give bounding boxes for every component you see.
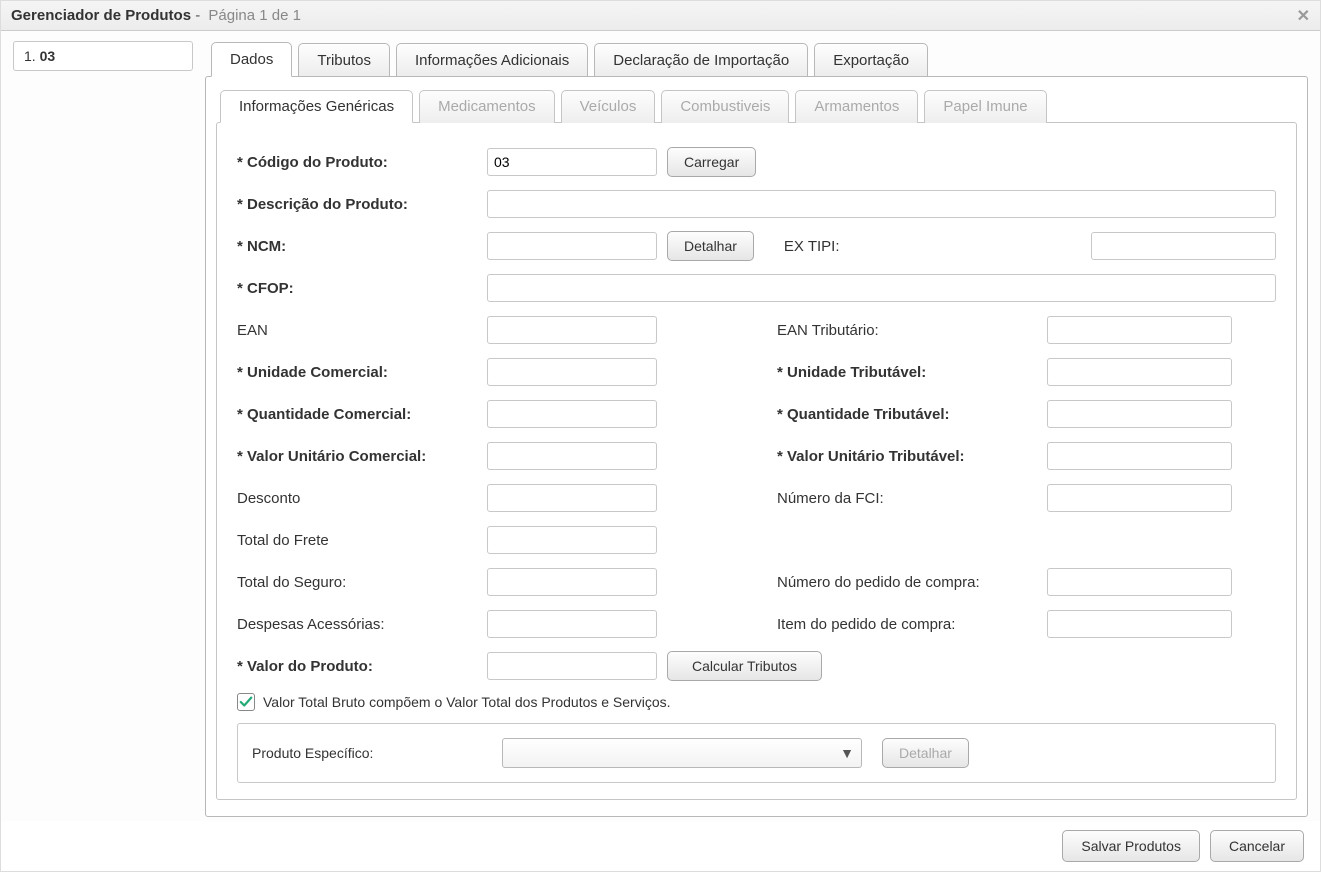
- input-despesas-acessorias[interactable]: [487, 610, 657, 638]
- input-ex-tipi[interactable]: [1091, 232, 1276, 260]
- input-numero-pedido-compra[interactable]: [1047, 568, 1232, 596]
- sidebar: 1. 03: [13, 41, 193, 821]
- tab-exportacao[interactable]: Exportação: [814, 43, 928, 77]
- input-numero-fci[interactable]: [1047, 484, 1232, 512]
- detalhar-especifico-button[interactable]: Detalhar: [882, 738, 969, 768]
- salvar-produtos-button[interactable]: Salvar Produtos: [1062, 830, 1200, 862]
- input-ean[interactable]: [487, 316, 657, 344]
- label-total-frete: Total do Frete: [237, 532, 487, 549]
- product-manager-window: Gerenciador de Produtos - Página 1 de 1 …: [0, 0, 1321, 872]
- label-item-pedido-compra: Item do pedido de compra:: [777, 616, 1047, 633]
- check-icon: [239, 695, 253, 709]
- label-valor-produto: * Valor do Produto:: [237, 658, 487, 675]
- sidebar-item-index: 1.: [24, 48, 36, 64]
- outer-tabs: Dados Tributos Informações Adicionais De…: [205, 41, 1308, 76]
- tab-tributos[interactable]: Tributos: [298, 43, 390, 77]
- label-desconto: Desconto: [237, 490, 487, 507]
- tab-declaracao-importacao[interactable]: Declaração de Importação: [594, 43, 808, 77]
- label-quantidade-comercial: * Quantidade Comercial:: [237, 406, 487, 423]
- label-codigo-produto: * Código do Produto:: [237, 154, 487, 171]
- input-quantidade-tributavel[interactable]: [1047, 400, 1232, 428]
- input-valor-unitario-comercial[interactable]: [487, 442, 657, 470]
- input-descricao-produto[interactable]: [487, 190, 1276, 218]
- detalhar-ncm-button[interactable]: Detalhar: [667, 231, 754, 261]
- inner-tabs: Informações Genéricas Medicamentos Veícu…: [216, 89, 1297, 122]
- window-title: Gerenciador de Produtos: [11, 7, 191, 24]
- window-subtitle: Página 1 de 1: [208, 7, 301, 24]
- subtab-papel-imune[interactable]: Papel Imune: [924, 90, 1046, 123]
- generic-info-panel: * Código do Produto: Carregar * Descriçã…: [216, 122, 1297, 800]
- select-produto-especifico-value[interactable]: [502, 738, 862, 768]
- subtab-veiculos[interactable]: Veículos: [561, 90, 656, 123]
- input-valor-produto[interactable]: [487, 652, 657, 680]
- input-ean-tributario[interactable]: [1047, 316, 1232, 344]
- checkbox-valor-bruto[interactable]: [237, 693, 255, 711]
- close-icon[interactable]: ✕: [1297, 6, 1310, 26]
- label-quantidade-tributavel: * Quantidade Tributável:: [777, 406, 1047, 423]
- input-ncm[interactable]: [487, 232, 657, 260]
- titlebar: Gerenciador de Produtos - Página 1 de 1 …: [1, 1, 1320, 31]
- sidebar-item-product[interactable]: 1. 03: [13, 41, 193, 71]
- input-unidade-comercial[interactable]: [487, 358, 657, 386]
- cancelar-button[interactable]: Cancelar: [1210, 830, 1304, 862]
- carregar-button[interactable]: Carregar: [667, 147, 756, 177]
- label-descricao-produto: * Descrição do Produto:: [237, 196, 487, 213]
- label-ncm: * NCM:: [237, 238, 487, 255]
- label-checkbox-bruto: Valor Total Bruto compõem o Valor Total …: [263, 694, 671, 710]
- input-quantidade-comercial[interactable]: [487, 400, 657, 428]
- subtab-combustiveis[interactable]: Combustiveis: [661, 90, 789, 123]
- tab-info-adicionais[interactable]: Informações Adicionais: [396, 43, 588, 77]
- label-ean: EAN: [237, 322, 487, 339]
- label-ean-tributario: EAN Tributário:: [777, 322, 1047, 339]
- subtab-armamentos[interactable]: Armamentos: [795, 90, 918, 123]
- label-ex-tipi: EX TIPI:: [784, 238, 1091, 255]
- label-despesas-acessorias: Despesas Acessórias:: [237, 616, 487, 633]
- outer-panel: Informações Genéricas Medicamentos Veícu…: [205, 76, 1308, 817]
- input-valor-unitario-tributavel[interactable]: [1047, 442, 1232, 470]
- input-total-seguro[interactable]: [487, 568, 657, 596]
- label-valor-unitario-comercial: * Valor Unitário Comercial:: [237, 448, 487, 465]
- calcular-tributos-button[interactable]: Calcular Tributos: [667, 651, 822, 681]
- label-total-seguro: Total do Seguro:: [237, 574, 487, 591]
- input-cfop[interactable]: [487, 274, 1276, 302]
- input-item-pedido-compra[interactable]: [1047, 610, 1232, 638]
- produto-especifico-group: Produto Específico: ▼ Detalhar: [237, 723, 1276, 783]
- label-produto-especifico: Produto Específico:: [252, 745, 492, 761]
- footer: Salvar Produtos Cancelar: [1, 821, 1320, 871]
- input-total-frete[interactable]: [487, 526, 657, 554]
- label-cfop: * CFOP:: [237, 280, 487, 297]
- subtab-info-genericas[interactable]: Informações Genéricas: [220, 90, 413, 123]
- label-numero-fci: Número da FCI:: [777, 490, 1047, 507]
- select-produto-especifico[interactable]: ▼: [502, 738, 862, 768]
- input-unidade-tributavel[interactable]: [1047, 358, 1232, 386]
- label-unidade-comercial: * Unidade Comercial:: [237, 364, 487, 381]
- label-unidade-tributavel: * Unidade Tributável:: [777, 364, 1047, 381]
- subtab-medicamentos[interactable]: Medicamentos: [419, 90, 555, 123]
- label-valor-unitario-tributavel: * Valor Unitário Tributável:: [777, 448, 1047, 465]
- label-numero-pedido-compra: Número do pedido de compra:: [777, 574, 1047, 591]
- input-desconto[interactable]: [487, 484, 657, 512]
- input-codigo-produto[interactable]: [487, 148, 657, 176]
- tab-dados[interactable]: Dados: [211, 42, 292, 77]
- sidebar-item-label: 03: [40, 48, 56, 64]
